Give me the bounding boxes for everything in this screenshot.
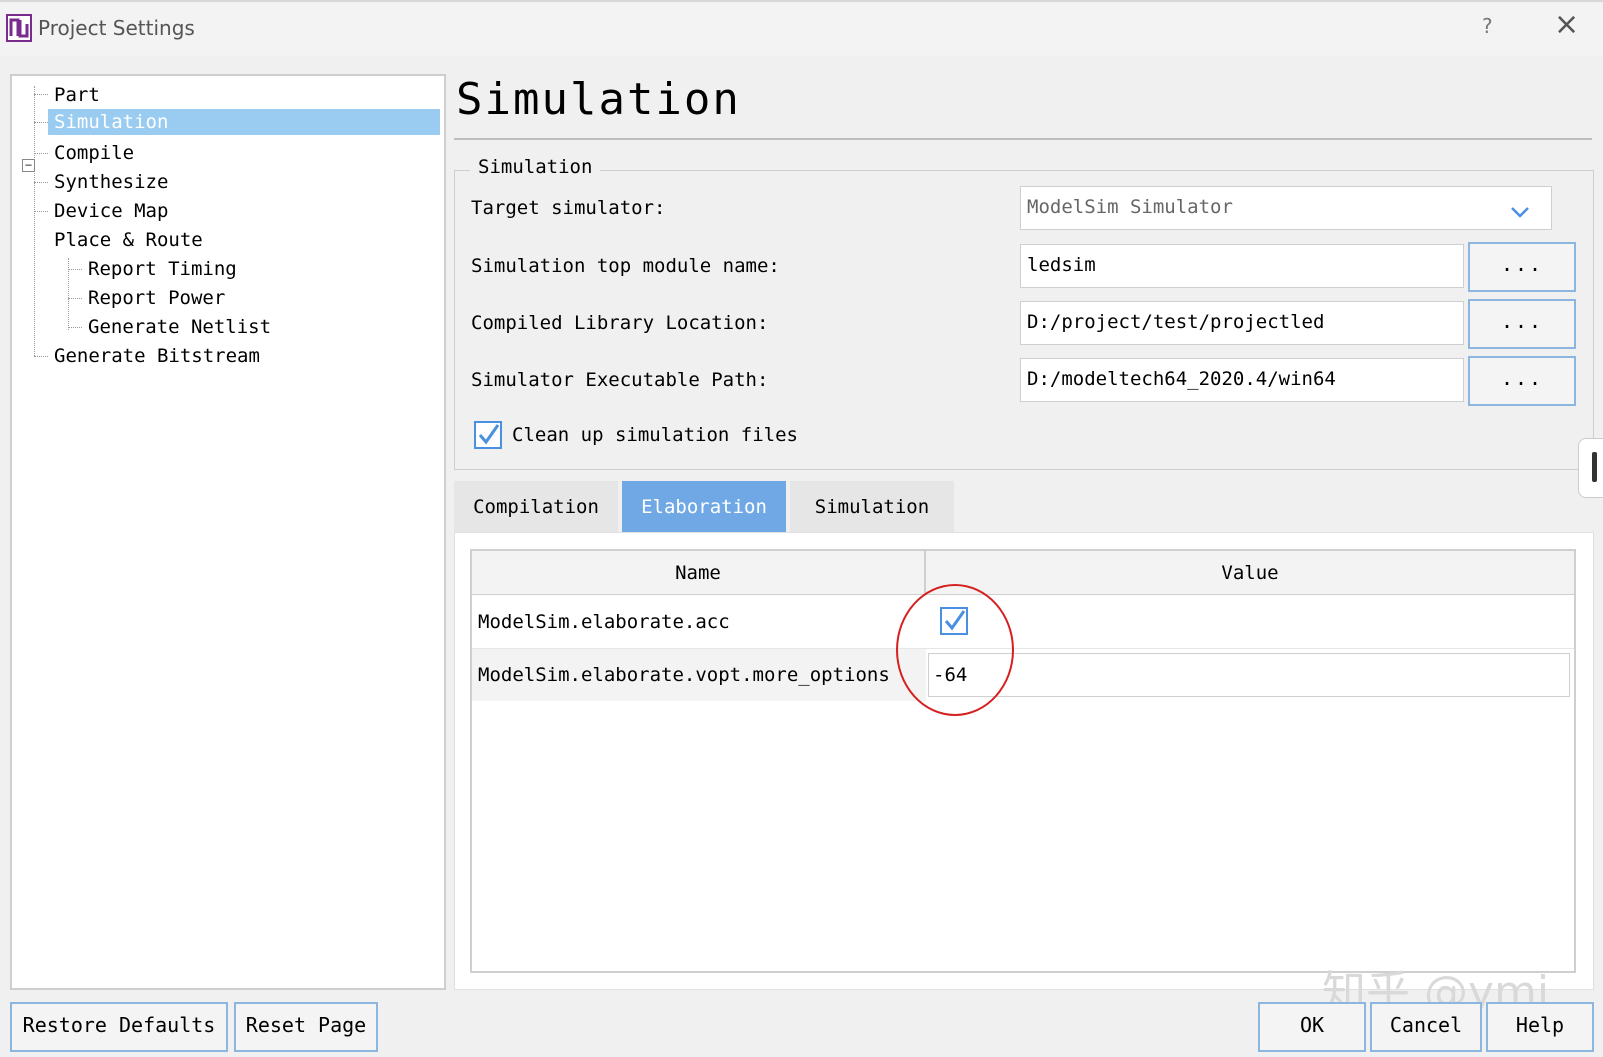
window-title: Project Settings (38, 16, 195, 40)
tree-connector (34, 86, 35, 356)
property-name-vopt: ModelSim.elaborate.vopt.more_options (478, 664, 890, 686)
browse-top-module-button[interactable]: ... (1468, 242, 1576, 292)
executable-path-label: Simulator Executable Path: (471, 369, 769, 391)
chevron-down-icon[interactable] (1508, 200, 1532, 224)
app-logo-icon (6, 14, 32, 42)
target-simulator-select[interactable]: ModelSim Simulator (1020, 186, 1552, 230)
tree-connector (34, 182, 48, 183)
library-location-label: Compiled Library Location: (471, 312, 769, 334)
page-title: Simulation (456, 74, 741, 125)
tree-connector (68, 298, 82, 299)
annotation-circle (896, 584, 1014, 716)
tree-item-synthesize[interactable]: Synthesize (52, 169, 168, 195)
simulation-group-legend: Simulation (470, 156, 601, 178)
side-scroll-handle[interactable] (1578, 438, 1603, 498)
close-icon[interactable]: × (1554, 10, 1579, 40)
tree-connector (34, 94, 48, 95)
column-header-value[interactable]: Value (926, 551, 1574, 595)
vopt-options-input[interactable]: -64 (928, 653, 1570, 697)
top-module-label: Simulation top module name: (471, 255, 780, 277)
reset-page-button[interactable]: Reset Page (234, 1002, 378, 1052)
collapse-toggle-icon[interactable]: − (22, 159, 35, 172)
checkmark-icon (478, 424, 500, 445)
tree-connector (68, 269, 82, 270)
column-header-name[interactable]: Name (472, 551, 926, 595)
tree-connector (34, 122, 48, 123)
ok-button[interactable]: OK (1258, 1002, 1366, 1052)
tree-item-report-timing[interactable]: Report Timing (86, 256, 237, 282)
property-name-acc: ModelSim.elaborate.acc (478, 611, 730, 633)
tab-compilation[interactable]: Compilation (454, 481, 618, 533)
tree-item-report-power[interactable]: Report Power (86, 285, 225, 311)
title-bar (0, 0, 1603, 56)
tree-item-compile[interactable]: Compile (52, 140, 134, 166)
help-icon[interactable]: ? (1482, 14, 1493, 38)
cleanup-label[interactable]: Clean up simulation files (512, 424, 798, 446)
browse-executable-button[interactable]: ... (1468, 356, 1576, 406)
tree-item-generate-netlist[interactable]: Generate Netlist (86, 314, 271, 340)
tab-simulation[interactable]: Simulation (790, 481, 954, 533)
cancel-button[interactable]: Cancel (1370, 1002, 1482, 1052)
tree-item-device-map[interactable]: Device Map (52, 198, 168, 224)
restore-defaults-button[interactable]: Restore Defaults (10, 1002, 228, 1052)
tree-item-generate-bitstream[interactable]: Generate Bitstream (52, 343, 260, 369)
tree-item-part[interactable]: Part (52, 82, 100, 108)
help-button[interactable]: Help (1486, 1002, 1594, 1052)
tree-connector (34, 356, 48, 357)
side-scroll-grip-icon (1592, 452, 1597, 482)
executable-path-input[interactable]: D:/modeltech64_2020.4/win64 (1020, 358, 1464, 402)
top-module-input[interactable]: ledsim (1020, 244, 1464, 288)
tree-item-place-route[interactable]: Place & Route (52, 227, 203, 253)
tree-item-simulation[interactable]: Simulation (48, 109, 440, 135)
tree-connector (34, 153, 48, 154)
target-simulator-label: Target simulator: (471, 197, 666, 219)
divider (454, 138, 1592, 140)
tree-connector (68, 327, 82, 328)
settings-tree: Part Simulation Compile Synthesize Devic… (10, 74, 446, 990)
tree-connector (34, 211, 48, 212)
tab-elaboration[interactable]: Elaboration (622, 481, 786, 533)
library-location-input[interactable]: D:/project/test/projectled (1020, 301, 1464, 345)
browse-library-button[interactable]: ... (1468, 299, 1576, 349)
cleanup-checkbox[interactable] (474, 421, 502, 449)
